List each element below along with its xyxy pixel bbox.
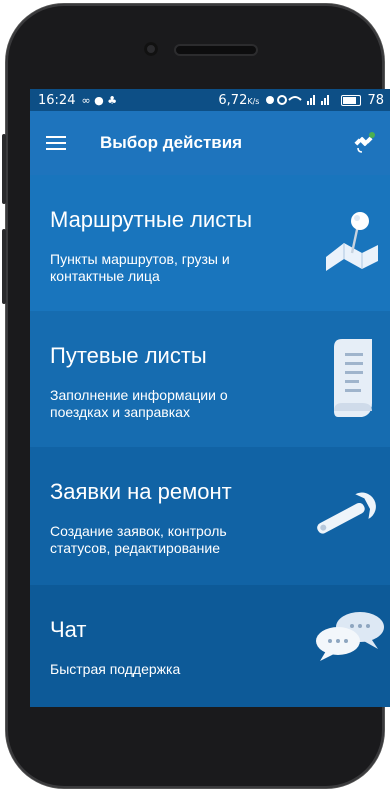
card-title: Чат	[50, 617, 87, 642]
scroll-document-icon	[334, 339, 372, 417]
earpiece-speaker	[176, 46, 256, 54]
app-screen: 16:24 ∞ ● ♣ 6,72K/s 78 Выбор действия Ма…	[30, 89, 390, 707]
network-speed: 6,72K/s	[218, 93, 259, 108]
card-title: Путевые листы	[50, 343, 207, 368]
status-time: 16:24	[38, 92, 76, 108]
card-route-sheets[interactable]: Маршрутные листы Пункты маршрутов, грузы…	[30, 175, 390, 311]
card-description: Пункты маршрутов, грузы и контактные лиц…	[50, 251, 230, 284]
chat-bubbles-icon	[316, 612, 384, 661]
card-description: Заполнение информации о поездках и запра…	[50, 387, 228, 420]
wrench-icon	[317, 492, 376, 534]
network-speed-unit: K/s	[247, 96, 260, 106]
notification-icons: ∞ ● ♣	[81, 93, 118, 107]
card-title: Маршрутные листы	[50, 207, 253, 232]
card-repair-requests[interactable]: Заявки на ремонт Создание заявок, контро…	[30, 447, 390, 585]
status-bar: 16:24 ∞ ● ♣ 6,72K/s 78	[30, 89, 390, 111]
app-toolbar: Выбор действия	[30, 111, 390, 175]
card-waybills[interactable]: Путевые листы Заполнение информации о по…	[30, 311, 390, 447]
page-title: Выбор действия	[100, 133, 243, 152]
card-chat[interactable]: Чат Быстрая поддержка	[30, 585, 390, 707]
card-title: Заявки на ремонт	[50, 479, 232, 504]
hamburger-menu-icon[interactable]	[46, 136, 66, 150]
front-camera	[144, 42, 158, 56]
card-description: Создание заявок, контроль статусов, реда…	[50, 523, 227, 556]
network-speed-value: 6,72	[218, 92, 248, 108]
volume-button	[2, 134, 6, 204]
map-pin-icon	[326, 212, 378, 271]
battery-icon	[341, 94, 362, 106]
status-icons	[266, 95, 330, 105]
satellite-icon[interactable]	[352, 131, 376, 155]
card-description: Быстрая поддержка	[50, 661, 181, 677]
power-button	[2, 229, 6, 304]
battery-level: 78	[367, 92, 384, 108]
